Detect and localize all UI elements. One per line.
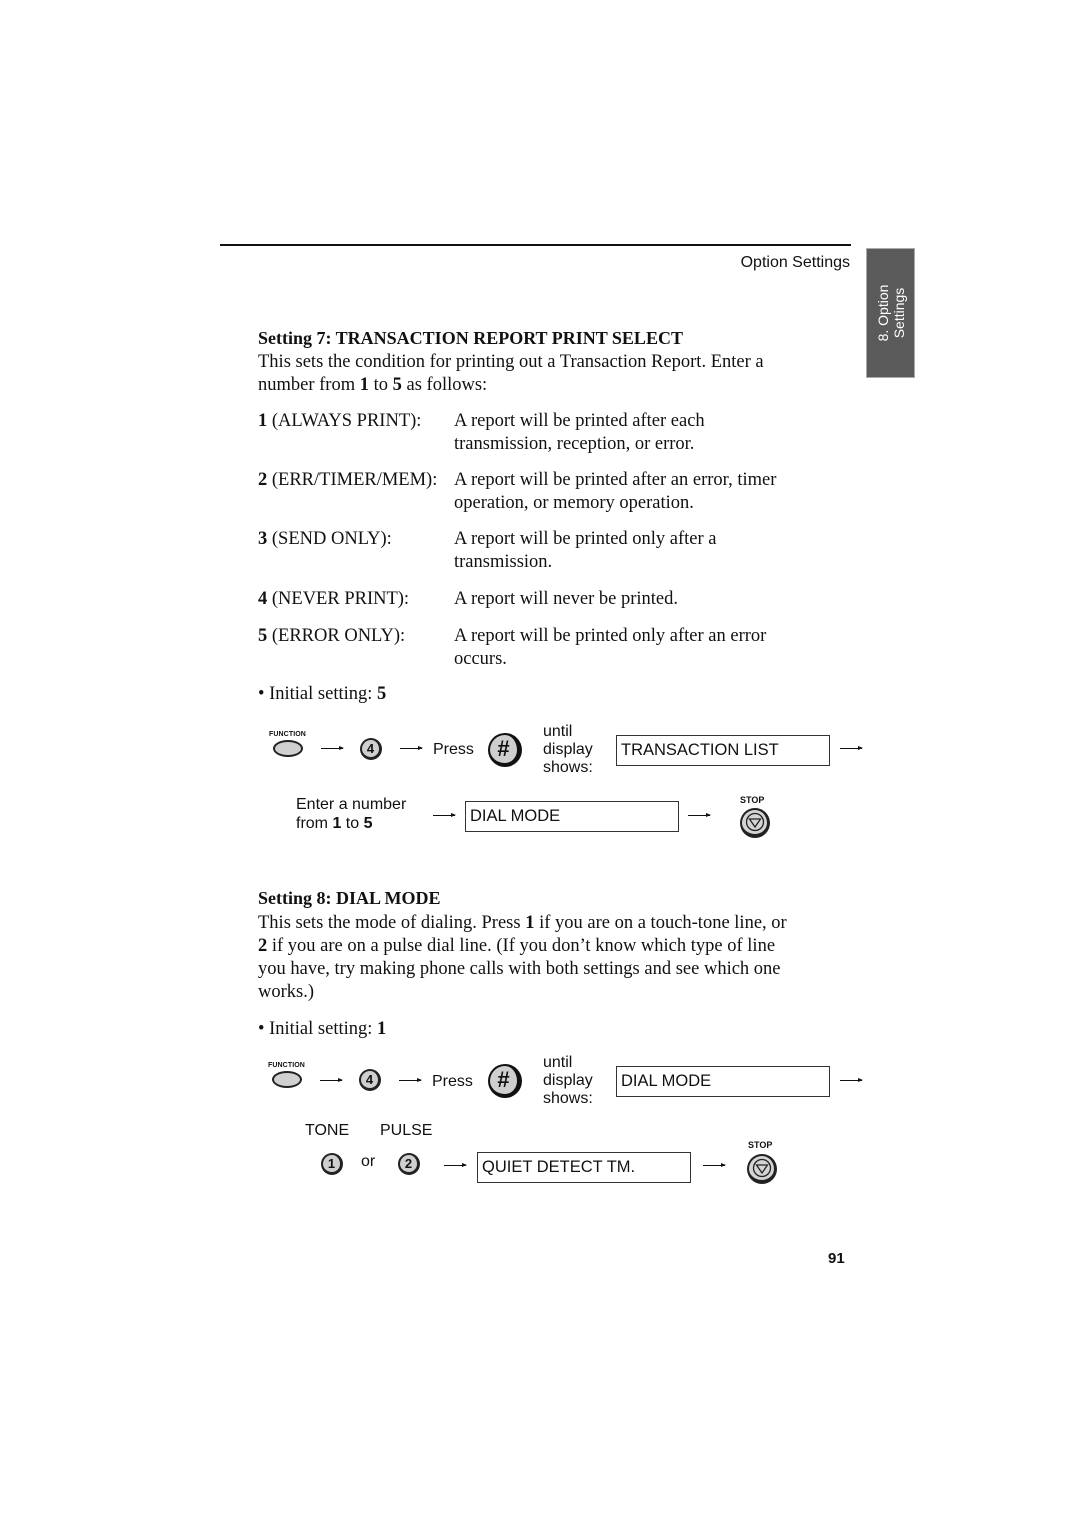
arrow-icon <box>840 1078 863 1082</box>
press-label: Press <box>433 741 474 758</box>
text: This sets the mode of dialing. Press <box>258 913 526 933</box>
arrow-icon <box>444 1163 467 1167</box>
display-dial-mode: DIAL MODE <box>465 801 679 832</box>
shows-label: shows: <box>543 759 593 776</box>
stop-key-label: STOP <box>748 1140 773 1150</box>
initial-value: 1 <box>377 1019 387 1039</box>
setting7-initial-setting: • Initial setting: 5 <box>258 683 386 706</box>
arrow-icon <box>320 1078 343 1082</box>
text: 2 <box>258 936 268 956</box>
option-label: (ALWAYS PRINT): <box>267 411 422 431</box>
pulse-label: PULSE <box>380 1122 433 1139</box>
option-description: A report will be printed only after a tr… <box>454 529 717 572</box>
option-description: A report will be printed after each tran… <box>454 411 705 454</box>
shows-label: shows: <box>543 1090 593 1107</box>
initial-value: 5 <box>377 684 387 704</box>
hash-key-icon: # <box>488 1064 522 1098</box>
setting8-body-line4: works.) <box>258 982 315 1002</box>
chapter-side-tab: 8. Option Settings <box>866 248 915 378</box>
side-tab-line2: Settings <box>890 287 907 339</box>
option-key: 1 (ALWAYS PRINT): <box>258 410 421 433</box>
text: number from <box>258 375 360 395</box>
setting7-intro: This sets the condition for printing out… <box>258 351 858 397</box>
hash-key-icon: # <box>488 733 522 767</box>
function-key-label: FUNCTION <box>268 1062 305 1069</box>
option-number: 5 <box>258 626 268 646</box>
arrow-icon <box>433 813 456 817</box>
arrow-icon <box>399 1078 422 1082</box>
arrow-icon <box>703 1163 726 1167</box>
display-label: display <box>543 1072 593 1089</box>
text: to <box>341 815 364 832</box>
top-rule <box>220 244 851 246</box>
option-description: A report will be printed only after an e… <box>454 626 767 669</box>
display-quiet-detect: QUIET DETECT TM. <box>477 1152 691 1183</box>
option-description: A report will be printed after an error,… <box>454 470 777 513</box>
side-tab-line1: 8. Option <box>874 284 891 342</box>
option-label: (NEVER PRINT): <box>267 589 410 609</box>
until-label: until <box>543 1054 573 1071</box>
option-key: 3 (SEND ONLY): <box>258 528 392 551</box>
option-key: 5 (ERROR ONLY): <box>258 625 405 648</box>
text: 5 <box>392 375 402 395</box>
display-label: display <box>543 741 593 758</box>
text: if you are on a touch-tone line, or <box>534 913 787 933</box>
enter-number-line1: Enter a number <box>296 796 407 813</box>
text: 1 <box>359 375 369 395</box>
setting8-initial-setting: • Initial setting: 1 <box>258 1018 386 1041</box>
arrow-icon <box>840 746 863 750</box>
function-key-icon <box>272 1071 302 1088</box>
option-number: 1 <box>258 411 268 431</box>
key-4-icon: 4 <box>359 1069 381 1091</box>
text: from <box>296 815 333 832</box>
arrow-icon <box>688 813 711 817</box>
setting7-heading: Setting 7: TRANSACTION REPORT PRINT SELE… <box>258 328 683 348</box>
running-head: Option Settings <box>740 254 850 271</box>
display-dial-mode: DIAL MODE <box>616 1066 830 1097</box>
or-label: or <box>361 1153 376 1170</box>
stop-key-label: STOP <box>740 795 765 805</box>
arrow-icon <box>400 746 423 750</box>
arrow-icon <box>321 746 344 750</box>
text: if you are on a pulse dial line. (If you… <box>267 936 776 956</box>
option-number: 4 <box>258 589 268 609</box>
setting8-body-line1: This sets the mode of dialing. Press 1 i… <box>258 912 858 935</box>
page-number: 91 <box>828 1250 845 1267</box>
stop-key-icon <box>747 1154 777 1184</box>
option-number: 2 <box>258 470 268 490</box>
setting7-intro-line1: This sets the condition for printing out… <box>258 352 764 372</box>
tone-label: TONE <box>305 1122 350 1139</box>
setting8-body: This sets the mode of dialing. Press 1 i… <box>258 912 858 1004</box>
setting8-body-line2: 2 if you are on a pulse dial line. (If y… <box>258 935 858 958</box>
text: • Initial setting: <box>258 684 378 704</box>
function-key-label: FUNCTION <box>269 731 306 738</box>
option-description: A report will never be printed. <box>454 589 678 609</box>
text: as follows: <box>401 375 488 395</box>
enter-number-line2: from 1 to 5 <box>296 815 373 832</box>
option-label: (ERR/TIMER/MEM): <box>267 470 438 490</box>
option-label: (SEND ONLY): <box>267 529 392 549</box>
key-2-icon: 2 <box>398 1153 420 1175</box>
setting7-intro-line2: number from 1 to 5 as follows: <box>258 374 858 397</box>
option-key: 2 (ERR/TIMER/MEM): <box>258 469 437 492</box>
key-1-icon: 1 <box>321 1153 343 1175</box>
option-label: (ERROR ONLY): <box>267 626 406 646</box>
text: • Initial setting: <box>258 1019 378 1039</box>
text: to <box>368 375 393 395</box>
press-label: Press <box>432 1073 473 1090</box>
option-number: 3 <box>258 529 268 549</box>
function-key-icon <box>273 740 303 757</box>
key-4-icon: 4 <box>360 738 382 760</box>
stop-key-icon <box>740 808 770 838</box>
setting8-body-line3: you have, try making phone calls with bo… <box>258 959 781 979</box>
setting8-heading: Setting 8: DIAL MODE <box>258 888 441 908</box>
option-key: 4 (NEVER PRINT): <box>258 588 409 611</box>
display-transaction-list: TRANSACTION LIST <box>616 735 830 766</box>
until-label: until <box>543 723 573 740</box>
text: 5 <box>363 815 373 832</box>
